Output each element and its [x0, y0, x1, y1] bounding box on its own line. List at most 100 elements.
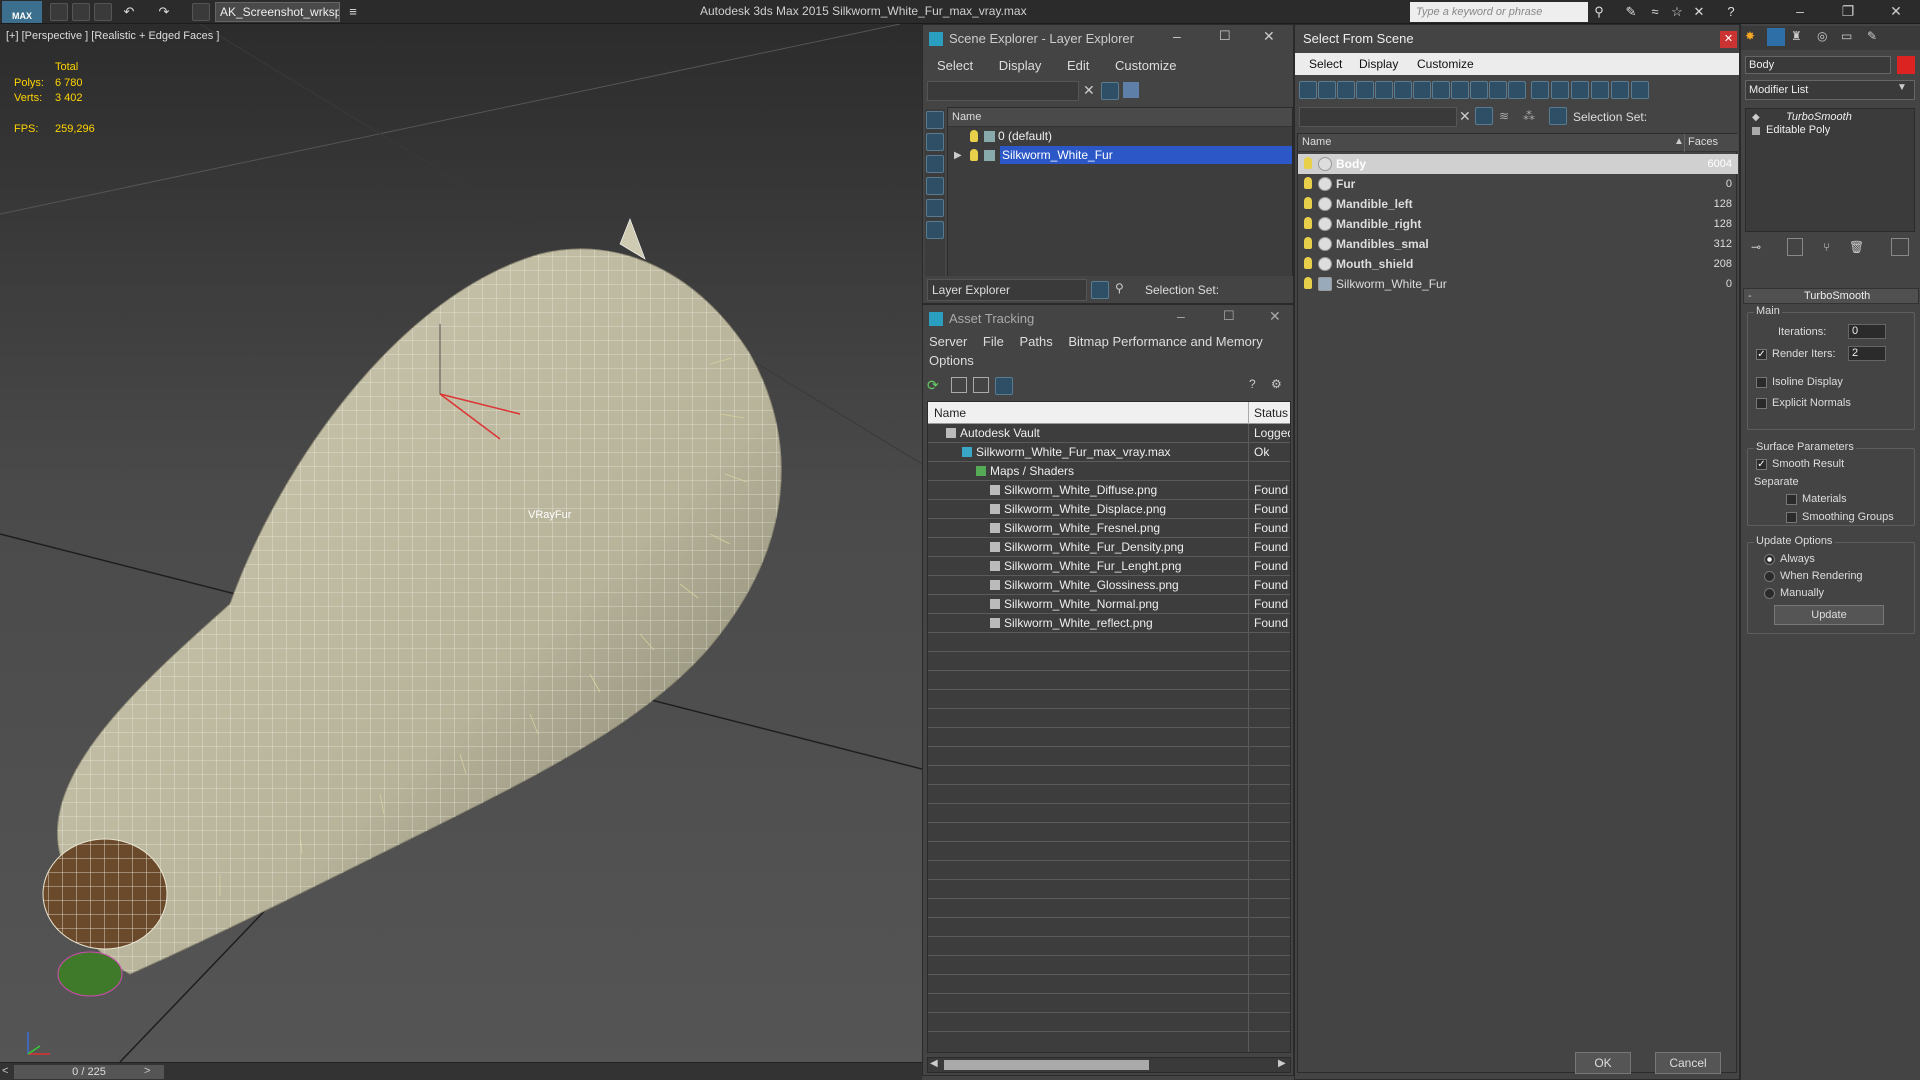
redo-icon[interactable]: ↷	[155, 3, 173, 21]
column-header-status[interactable]: Status	[1254, 406, 1288, 420]
silkworm-model[interactable]	[20, 214, 900, 1034]
workspace-menu-icon[interactable]: ≡	[344, 3, 362, 21]
materials-checkbox[interactable]	[1786, 494, 1797, 505]
asset-row[interactable]: Silkworm_White_Fur_Density.png Found	[928, 538, 1290, 557]
help-icon[interactable]: ?	[1722, 3, 1740, 21]
display-none-icon[interactable]	[926, 111, 944, 129]
when-rendering-radio[interactable]	[1764, 571, 1775, 582]
column-divider[interactable]	[1248, 402, 1249, 424]
clear-search-icon[interactable]: ✕	[1459, 108, 1471, 125]
visibility-icon[interactable]	[1304, 217, 1312, 229]
visibility-icon[interactable]	[1304, 257, 1312, 269]
motion-tab-icon[interactable]: ◎	[1817, 29, 1827, 43]
column-header-name[interactable]: Name	[934, 406, 966, 420]
sort-icon[interactable]	[1611, 81, 1629, 99]
bones-filter-icon[interactable]	[1451, 81, 1469, 99]
horizontal-scrollbar[interactable]: ◀ ▶	[927, 1057, 1291, 1073]
render-iters-checkbox[interactable]: ✓	[1756, 349, 1767, 360]
object-color-swatch[interactable]	[1897, 56, 1915, 74]
stack-item-turbosmooth[interactable]: TurboSmooth	[1786, 111, 1852, 123]
scene-object-row[interactable]: Mandibles_smal 312	[1298, 234, 1738, 254]
groups-filter-icon[interactable]	[1413, 81, 1431, 99]
isoline-display-checkbox[interactable]	[1756, 377, 1767, 388]
undo-icon[interactable]: ↶	[120, 3, 138, 21]
visibility-icon[interactable]	[1304, 277, 1312, 289]
workspace-dropdown[interactable]: AK_Screenshot_wrksp	[215, 2, 340, 22]
hierarchy-tab-icon[interactable]: ♜	[1791, 29, 1802, 43]
helpers-filter-icon[interactable]	[1375, 81, 1393, 99]
invert-display-icon[interactable]	[1571, 81, 1589, 99]
explorer-type-dropdown[interactable]: Layer Explorer	[927, 279, 1087, 301]
utilities-tab-icon[interactable]: ✎	[1867, 29, 1877, 43]
filter-icon[interactable]	[1101, 82, 1119, 100]
refresh-icon[interactable]: ⟳	[927, 377, 945, 395]
iterations-spinner[interactable]: 0	[1848, 324, 1886, 339]
filter-icon[interactable]	[1475, 107, 1493, 125]
clear-search-icon[interactable]: ✕	[1083, 82, 1095, 99]
minimize-icon[interactable]: –	[1177, 308, 1185, 324]
timeline-prev-icon[interactable]: <	[2, 1065, 8, 1077]
layer-toggle-icon[interactable]	[1091, 281, 1109, 299]
modifier-list-dropdown[interactable]: Modifier List	[1745, 80, 1915, 100]
layers-icon[interactable]: ≋	[1499, 109, 1509, 123]
close-icon[interactable]: ✕	[1876, 0, 1916, 24]
layer-row-default[interactable]: 0 (default)	[948, 127, 1292, 146]
scene-object-row[interactable]: Silkworm_White_Fur 0	[1298, 274, 1738, 294]
menu-server[interactable]: Server	[929, 334, 967, 349]
time-slider[interactable]: < 0 / 225 >	[0, 1062, 922, 1080]
scene-object-row[interactable]: Mandible_right 128	[1298, 214, 1738, 234]
chevron-down-icon[interactable]: ▼	[1897, 82, 1907, 93]
asset-row[interactable]: Autodesk Vault Logged	[928, 424, 1290, 443]
modify-tab-icon[interactable]	[1767, 28, 1785, 46]
visibility-icon[interactable]	[1304, 177, 1312, 189]
asset-row[interactable]: Silkworm_White_Displace.png Found	[928, 500, 1290, 519]
filter-icon[interactable]	[1591, 81, 1609, 99]
column-header-name[interactable]: Name	[1302, 136, 1331, 148]
display-all-icon[interactable]	[1531, 81, 1549, 99]
exchange-icon[interactable]: ✕	[1690, 3, 1708, 21]
perspective-viewport[interactable]: [+] [Perspective ] [Realistic + Edged Fa…	[0, 24, 922, 1062]
thumbnail-view-icon[interactable]	[973, 377, 989, 393]
lightbulb-icon[interactable]: ◆	[1752, 112, 1760, 123]
restore-icon[interactable]: ❐	[1828, 0, 1868, 24]
shapes-filter-icon[interactable]	[1318, 81, 1336, 99]
smoothing-groups-checkbox[interactable]	[1786, 512, 1797, 523]
cancel-button[interactable]: Cancel	[1655, 1052, 1721, 1074]
column-header-name[interactable]: Name	[948, 108, 1292, 127]
scene-object-row[interactable]: Fur 0	[1298, 174, 1738, 194]
asset-row[interactable]: Silkworm_White_Glossiness.png Found	[928, 576, 1290, 595]
scroll-thumb[interactable]	[944, 1060, 1149, 1070]
warps-filter-icon[interactable]	[1394, 81, 1412, 99]
asset-row[interactable]: Maps / Shaders	[928, 462, 1290, 481]
search-input[interactable]: Type a keyword or phrase	[1410, 2, 1588, 22]
new-file-icon[interactable]	[50, 3, 68, 21]
project-folder-icon[interactable]	[192, 3, 210, 21]
binoculars-icon[interactable]: ⚲	[1590, 3, 1608, 21]
turbosmooth-rollout-header[interactable]: - TurboSmooth	[1743, 288, 1919, 304]
show-end-result-icon[interactable]	[1787, 238, 1803, 256]
close-icon[interactable]: ✕	[1263, 28, 1275, 45]
lights-filter-icon[interactable]	[1337, 81, 1355, 99]
layer-search-input[interactable]	[927, 81, 1079, 101]
stack-item-editable-poly[interactable]: Editable Poly	[1766, 124, 1830, 136]
open-file-icon[interactable]	[72, 3, 90, 21]
minimize-icon[interactable]: –	[1780, 0, 1820, 24]
menu-customize[interactable]: Customize	[1417, 57, 1474, 71]
menu-select[interactable]: Select	[937, 58, 973, 73]
asset-row[interactable]: Silkworm_White_Diffuse.png Found	[928, 481, 1290, 500]
settings-icon[interactable]: ⚙	[1271, 377, 1282, 391]
select-children-icon[interactable]: ⁂	[1523, 109, 1535, 123]
lights-icon[interactable]	[926, 221, 944, 239]
star-icon[interactable]: ☆	[1668, 3, 1686, 21]
visibility-icon[interactable]	[1304, 157, 1312, 169]
asset-row[interactable]: Silkworm_White_Normal.png Found	[928, 595, 1290, 614]
frozen-filter-icon[interactable]	[1489, 81, 1507, 99]
scene-object-row[interactable]: Body 6004	[1298, 154, 1738, 174]
asset-row[interactable]: Silkworm_White_Fresnel.png Found	[928, 519, 1290, 538]
scene-object-row[interactable]: Mouth_shield 208	[1298, 254, 1738, 274]
hierarchy-icon[interactable]	[1549, 107, 1567, 125]
render-iters-spinner[interactable]: 2	[1848, 346, 1886, 361]
column-divider[interactable]	[1684, 134, 1685, 152]
subscription-icon[interactable]: ≈	[1646, 3, 1664, 21]
asset-row[interactable]: Silkworm_White_reflect.png Found	[928, 614, 1290, 633]
